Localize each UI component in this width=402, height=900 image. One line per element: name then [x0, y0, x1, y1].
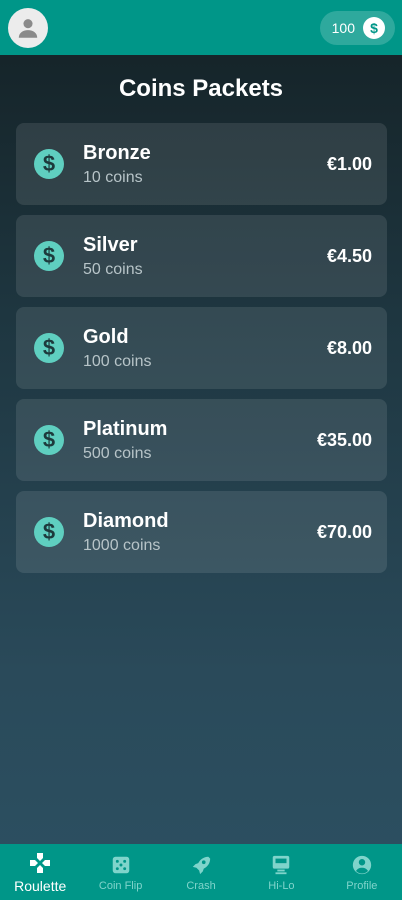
dollar-coin-icon: $ [34, 425, 64, 455]
person-icon [18, 18, 38, 38]
dollar-coin-icon: $ [34, 149, 64, 179]
nav-item-coin-flip[interactable]: Coin Flip [80, 844, 160, 900]
avatar[interactable] [8, 7, 48, 48]
packet-price: €4.50 [326, 245, 372, 266]
balance-value: 100 [331, 19, 355, 36]
nav-label: Hi-Lo [268, 880, 295, 892]
dice-icon [110, 852, 132, 878]
nav-item-hi-lo[interactable]: Hi-Lo [241, 844, 321, 900]
packet-item-platinum[interactable]: $ Platinum 500 coins €35.00 [16, 399, 387, 481]
packet-price: €8.00 [326, 337, 372, 358]
nav-item-roulette[interactable]: Roulette [0, 844, 80, 900]
nav-label: Profile [346, 880, 378, 892]
packet-item-diamond[interactable]: $ Diamond 1000 coins €70.00 [16, 491, 387, 573]
nav-label: Crash [186, 880, 216, 892]
packet-price: €35.00 [316, 429, 372, 450]
packet-coins: 100 coins [83, 353, 152, 370]
nav-item-crash[interactable]: Crash [161, 844, 241, 900]
packet-item-silver[interactable]: $ Silver 50 coins €4.50 [16, 215, 387, 297]
account-icon [351, 852, 373, 878]
packet-coins: 1000 coins [83, 537, 161, 554]
packet-coins: 50 coins [83, 261, 143, 278]
nav-item-profile[interactable]: Profile [322, 844, 402, 900]
top-app-bar: 100 $ [0, 0, 402, 55]
gamepad-icon [28, 850, 52, 876]
page-title: Coins Packets [118, 75, 284, 102]
coin-balance-chip[interactable]: 100 $ [319, 10, 395, 45]
packet-name: Gold [83, 326, 129, 348]
packet-price: €70.00 [316, 521, 372, 542]
packet-list: $ Bronze 10 coins €1.00 $ Silver 50 coin… [16, 123, 387, 583]
nav-label: Roulette [14, 878, 67, 894]
packet-name: Diamond [83, 510, 169, 532]
packet-coins: 500 coins [83, 445, 152, 462]
rocket-icon [190, 852, 212, 878]
packet-name: Bronze [83, 142, 151, 164]
packet-name: Silver [83, 234, 138, 256]
dollar-coin-icon: $ [34, 241, 64, 271]
dollar-coin-icon: $ [34, 333, 64, 363]
bottom-navigation: Roulette Coin Flip Crash Hi-Lo Profile [0, 844, 402, 900]
packet-price: €1.00 [326, 153, 372, 174]
nav-label: Coin Flip [98, 880, 143, 892]
dollar-coin-icon: $ [363, 16, 385, 39]
packet-name: Platinum [83, 418, 168, 440]
dollar-coin-icon: $ [34, 517, 64, 547]
slot-machine-icon [270, 852, 292, 878]
packet-item-bronze[interactable]: $ Bronze 10 coins €1.00 [16, 123, 387, 205]
packet-coins: 10 coins [83, 169, 143, 186]
packet-item-gold[interactable]: $ Gold 100 coins €8.00 [16, 307, 387, 389]
